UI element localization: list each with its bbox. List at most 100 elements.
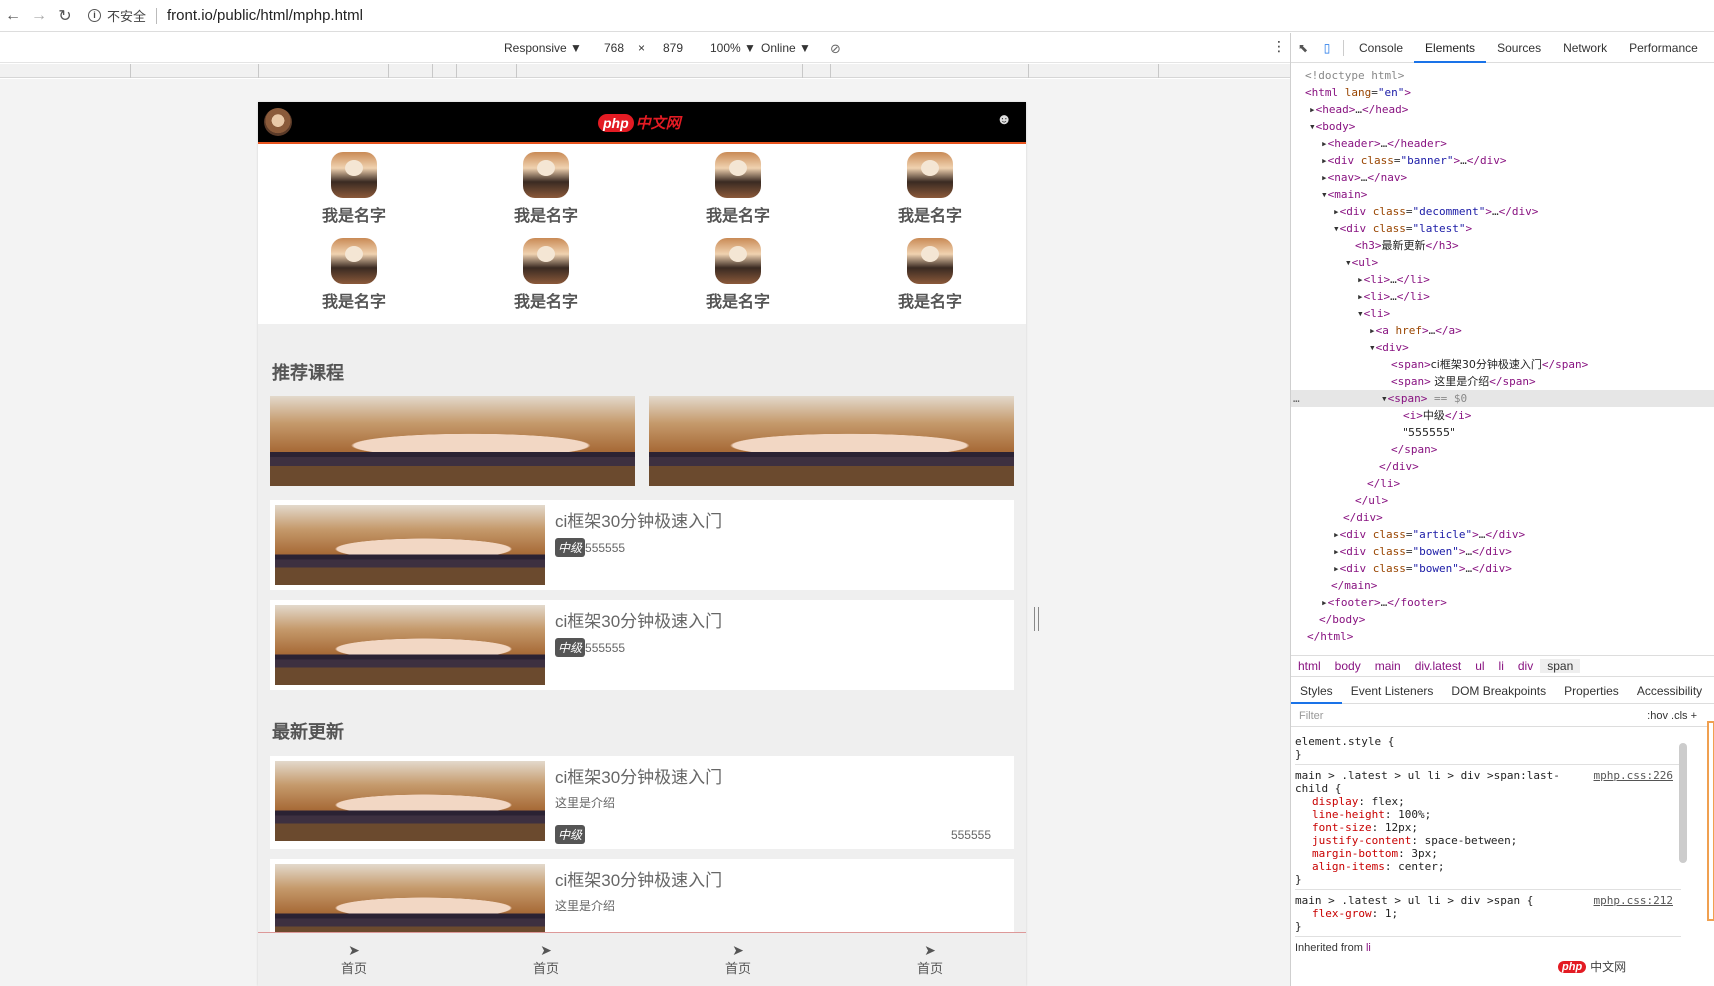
tab-styles[interactable]: Styles (1291, 678, 1342, 704)
dom-node[interactable]: ▸<nav>…</nav> (1291, 169, 1714, 186)
dom-node[interactable]: <!doctype html> (1291, 67, 1714, 84)
tab-sources[interactable]: Sources (1486, 33, 1552, 63)
dom-node[interactable]: ▸<li>…</li> (1291, 288, 1714, 305)
dom-node[interactable]: <span>ci框架30分钟极速入门</span> (1291, 356, 1714, 373)
forward-icon[interactable]: → (26, 3, 52, 29)
reload-icon[interactable]: ↻ (52, 3, 78, 29)
crumb[interactable]: div.latest (1408, 659, 1468, 673)
tab-home[interactable]: ➤ 首页 (258, 933, 450, 986)
tab-elements[interactable]: Elements (1414, 33, 1487, 63)
dom-node[interactable]: ▸<a href>…</a> (1291, 322, 1714, 339)
dom-node[interactable]: </div> (1291, 509, 1714, 526)
source-link[interactable]: mphp.css:212 (1594, 894, 1673, 907)
nav-item[interactable]: 我是名字 (642, 152, 834, 238)
dom-node[interactable]: <h3>最新更新</h3> (1291, 237, 1714, 254)
tab-network[interactable]: Network (1552, 33, 1618, 63)
inspect-icon[interactable]: ⬉ (1291, 41, 1315, 55)
course-banner-image[interactable] (649, 396, 1014, 486)
tab-accessibility[interactable]: Accessibility (1628, 684, 1711, 698)
dom-node[interactable]: ▸<header>…</header> (1291, 135, 1714, 152)
course-banner-image[interactable] (270, 396, 635, 486)
site-logo[interactable]: php 中文网 (598, 112, 681, 133)
dom-node[interactable]: ▸<div class="decomment">…</div> (1291, 203, 1714, 220)
dom-node[interactable]: </body> (1291, 611, 1714, 628)
css-rule[interactable]: main > .latest > ul li > div >span { mph… (1295, 890, 1681, 937)
rotate-icon[interactable]: ⊘ (830, 41, 841, 57)
tab-console[interactable]: Console (1348, 33, 1414, 63)
recommend-card[interactable]: ci框架30分钟极速入门 中级 555555 (270, 600, 1014, 690)
dom-node[interactable]: ▸<div class="banner">…</div> (1291, 152, 1714, 169)
nav-item[interactable]: 我是名字 (834, 152, 1026, 238)
back-icon[interactable]: ← (0, 3, 26, 29)
dom-node[interactable]: ▾<li> (1291, 305, 1714, 322)
nav-item[interactable]: 我是名字 (258, 238, 450, 324)
crumb[interactable]: html (1291, 659, 1328, 673)
device-select[interactable]: Responsive ▼ (504, 41, 582, 55)
user-icon[interactable]: ☻ (996, 111, 1012, 128)
tab-event-listeners[interactable]: Event Listeners (1342, 684, 1443, 698)
dom-node[interactable]: <html lang="en"> (1291, 84, 1714, 101)
nav-label: 我是名字 (321, 208, 386, 225)
tab-performance[interactable]: Performance (1618, 33, 1709, 63)
nav-item[interactable]: 我是名字 (450, 238, 642, 324)
source-link[interactable]: mphp.css:226 (1594, 769, 1673, 782)
tab-home[interactable]: ➤ 首页 (834, 933, 1026, 986)
more-options-icon[interactable]: ⋮ (1272, 38, 1286, 55)
avatar[interactable] (264, 108, 292, 136)
nav-item[interactable]: 我是名字 (258, 152, 450, 238)
nav-item[interactable]: 我是名字 (834, 238, 1026, 324)
crumb-current[interactable]: span (1540, 659, 1581, 673)
resize-handle[interactable] (1034, 607, 1039, 631)
dom-tree[interactable]: <!doctype html> <html lang="en"> ▸<head>… (1291, 63, 1714, 645)
dom-node[interactable]: "555555" (1291, 424, 1714, 441)
dom-node[interactable]: </html> (1291, 628, 1714, 645)
dom-node[interactable]: </span> (1291, 441, 1714, 458)
dom-node[interactable]: <i>中级</i> (1291, 407, 1714, 424)
device-toggle-icon[interactable]: ▯ (1315, 41, 1339, 55)
zoom-select[interactable]: 100% ▼ (710, 41, 756, 55)
security-indicator[interactable]: i 不安全 (88, 6, 146, 25)
crumb[interactable]: main (1368, 659, 1408, 673)
dom-node-selected[interactable]: … ▾<span> == $0 (1291, 390, 1714, 407)
height-input[interactable]: 879 (663, 41, 683, 55)
styles-scrollbar[interactable] (1679, 743, 1687, 863)
nav-item[interactable]: 我是名字 (642, 238, 834, 324)
dom-node[interactable]: ▸<li>…</li> (1291, 271, 1714, 288)
dom-node[interactable]: ▾<ul> (1291, 254, 1714, 271)
dom-node[interactable]: ▸<div class="bowen">…</div> (1291, 560, 1714, 577)
dom-node[interactable]: </ul> (1291, 492, 1714, 509)
media-query-ruler[interactable] (0, 64, 1290, 78)
dom-node[interactable]: ▸<head>…</head> (1291, 101, 1714, 118)
dom-node[interactable]: ▾<body> (1291, 118, 1714, 135)
recommend-card[interactable]: ci框架30分钟极速入门 中级 555555 (270, 500, 1014, 590)
crumb[interactable]: body (1328, 659, 1368, 673)
dom-node[interactable]: </li> (1291, 475, 1714, 492)
width-input[interactable]: 768 (604, 41, 624, 55)
dom-node[interactable]: ▾<main> (1291, 186, 1714, 203)
css-rule[interactable]: element.style { } (1295, 731, 1681, 765)
url-field[interactable]: front.io/public/html/mphp.html (167, 7, 363, 24)
dom-node[interactable]: ▾<div class="latest"> (1291, 220, 1714, 237)
dom-node[interactable]: ▾<div> (1291, 339, 1714, 356)
latest-card[interactable]: ci框架30分钟极速入门 这里是介绍 中级 555555 (270, 756, 1014, 849)
crumb[interactable]: div (1511, 659, 1540, 673)
course-thumb-icon (715, 238, 761, 284)
dom-node[interactable]: </main> (1291, 577, 1714, 594)
tab-dom-breakpoints[interactable]: DOM Breakpoints (1442, 684, 1555, 698)
dom-node[interactable]: ▸<div class="bowen">…</div> (1291, 543, 1714, 560)
dom-node[interactable]: ▸<footer>…</footer> (1291, 594, 1714, 611)
dom-node[interactable]: <span> 这里是介绍</span> (1291, 373, 1714, 390)
crumb[interactable]: li (1492, 659, 1511, 673)
tab-properties[interactable]: Properties (1555, 684, 1628, 698)
filter-controls[interactable]: :hov .cls + (1647, 710, 1697, 722)
tab-home[interactable]: ➤ 首页 (450, 933, 642, 986)
css-rule[interactable]: main > .latest > ul li > div >span:last-… (1295, 765, 1681, 890)
filter-input[interactable]: Filter (1299, 710, 1323, 722)
nav-item[interactable]: 我是名字 (450, 152, 642, 238)
tab-home[interactable]: ➤ 首页 (642, 933, 834, 986)
dom-node[interactable]: </div> (1291, 458, 1714, 475)
dom-node[interactable]: ▸<div class="article">…</div> (1291, 526, 1714, 543)
recommend-section-title: 推荐课程 (272, 363, 344, 383)
network-select[interactable]: Online ▼ (761, 41, 811, 55)
crumb[interactable]: ul (1468, 659, 1491, 673)
